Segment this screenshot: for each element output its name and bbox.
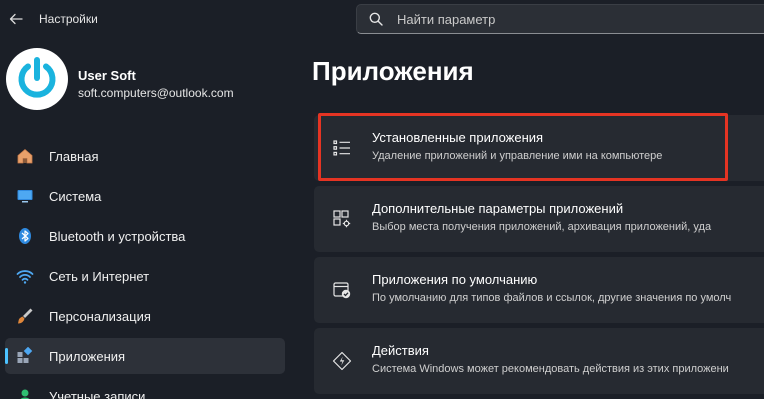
card-subtitle: Система Windows может рекомендовать дейс… [372, 363, 729, 375]
accounts-icon [15, 386, 35, 399]
card-subtitle: Удаление приложений и управление ими на … [372, 150, 663, 162]
back-button[interactable] [6, 9, 26, 29]
avatar[interactable] [6, 48, 68, 110]
page-title: Приложения [312, 56, 474, 86]
search-box[interactable] [356, 4, 764, 34]
list-icon [332, 138, 352, 158]
window-title: Настройки [39, 12, 98, 26]
app-settings-icon [332, 209, 352, 229]
active-indicator [5, 348, 8, 364]
search-input[interactable] [397, 11, 717, 27]
sidebar-item-bluetooth[interactable]: Bluetooth и устройства [5, 218, 285, 254]
sidebar-item-label: Учетные записи [49, 388, 146, 399]
sidebar-item-accounts[interactable]: Учетные записи [5, 378, 285, 399]
installed-apps-card[interactable]: Установленные приложения Удаление прилож… [314, 115, 764, 181]
card-title: Установленные приложения [372, 130, 544, 145]
card-title: Дополнительные параметры приложений [372, 201, 624, 216]
sidebar-item-network[interactable]: Сеть и Интернет [5, 258, 285, 294]
brush-icon [15, 306, 35, 326]
sidebar-item-label: Система [49, 188, 102, 204]
sidebar-item-label: Приложения [49, 348, 126, 364]
bluetooth-icon [15, 226, 35, 246]
user-profile[interactable]: User Soft soft.computers@outlook.com [6, 48, 286, 118]
card-title: Действия [372, 343, 429, 358]
sidebar-item-label: Сеть и Интернет [49, 268, 150, 284]
user-name: User Soft [78, 68, 136, 83]
sidebar-item-label: Главная [49, 148, 99, 164]
search-icon [369, 11, 385, 27]
apps-icon [15, 346, 35, 366]
card-title: Приложения по умолчанию [372, 272, 538, 287]
card-subtitle: Выбор места получения приложений, архива… [372, 221, 712, 233]
sidebar-nav: Главная Система Bluetooth и устройства С… [5, 138, 285, 399]
network-icon [15, 266, 35, 286]
home-icon [15, 146, 35, 166]
back-arrow-icon [9, 13, 23, 25]
power-logo-icon [12, 54, 62, 104]
sidebar-item-apps[interactable]: Приложения [5, 338, 285, 374]
sidebar-item-home[interactable]: Главная [5, 138, 285, 174]
sidebar-item-label: Персонализация [49, 308, 151, 324]
system-icon [15, 186, 35, 206]
sidebar-item-label: Bluetooth и устройства [49, 228, 186, 244]
sidebar-item-personalization[interactable]: Персонализация [5, 298, 285, 334]
user-email: soft.computers@outlook.com [78, 86, 234, 100]
card-subtitle: По умолчанию для типов файлов и ссылок, … [372, 292, 732, 304]
actions-card[interactable]: Действия Система Windows может рекомендо… [314, 328, 764, 394]
sidebar-item-system[interactable]: Система [5, 178, 285, 214]
advanced-app-settings-card[interactable]: Дополнительные параметры приложений Выбо… [314, 186, 764, 252]
actions-icon [332, 351, 352, 371]
default-apps-icon [332, 280, 352, 300]
default-apps-card[interactable]: Приложения по умолчанию По умолчанию для… [314, 257, 764, 323]
